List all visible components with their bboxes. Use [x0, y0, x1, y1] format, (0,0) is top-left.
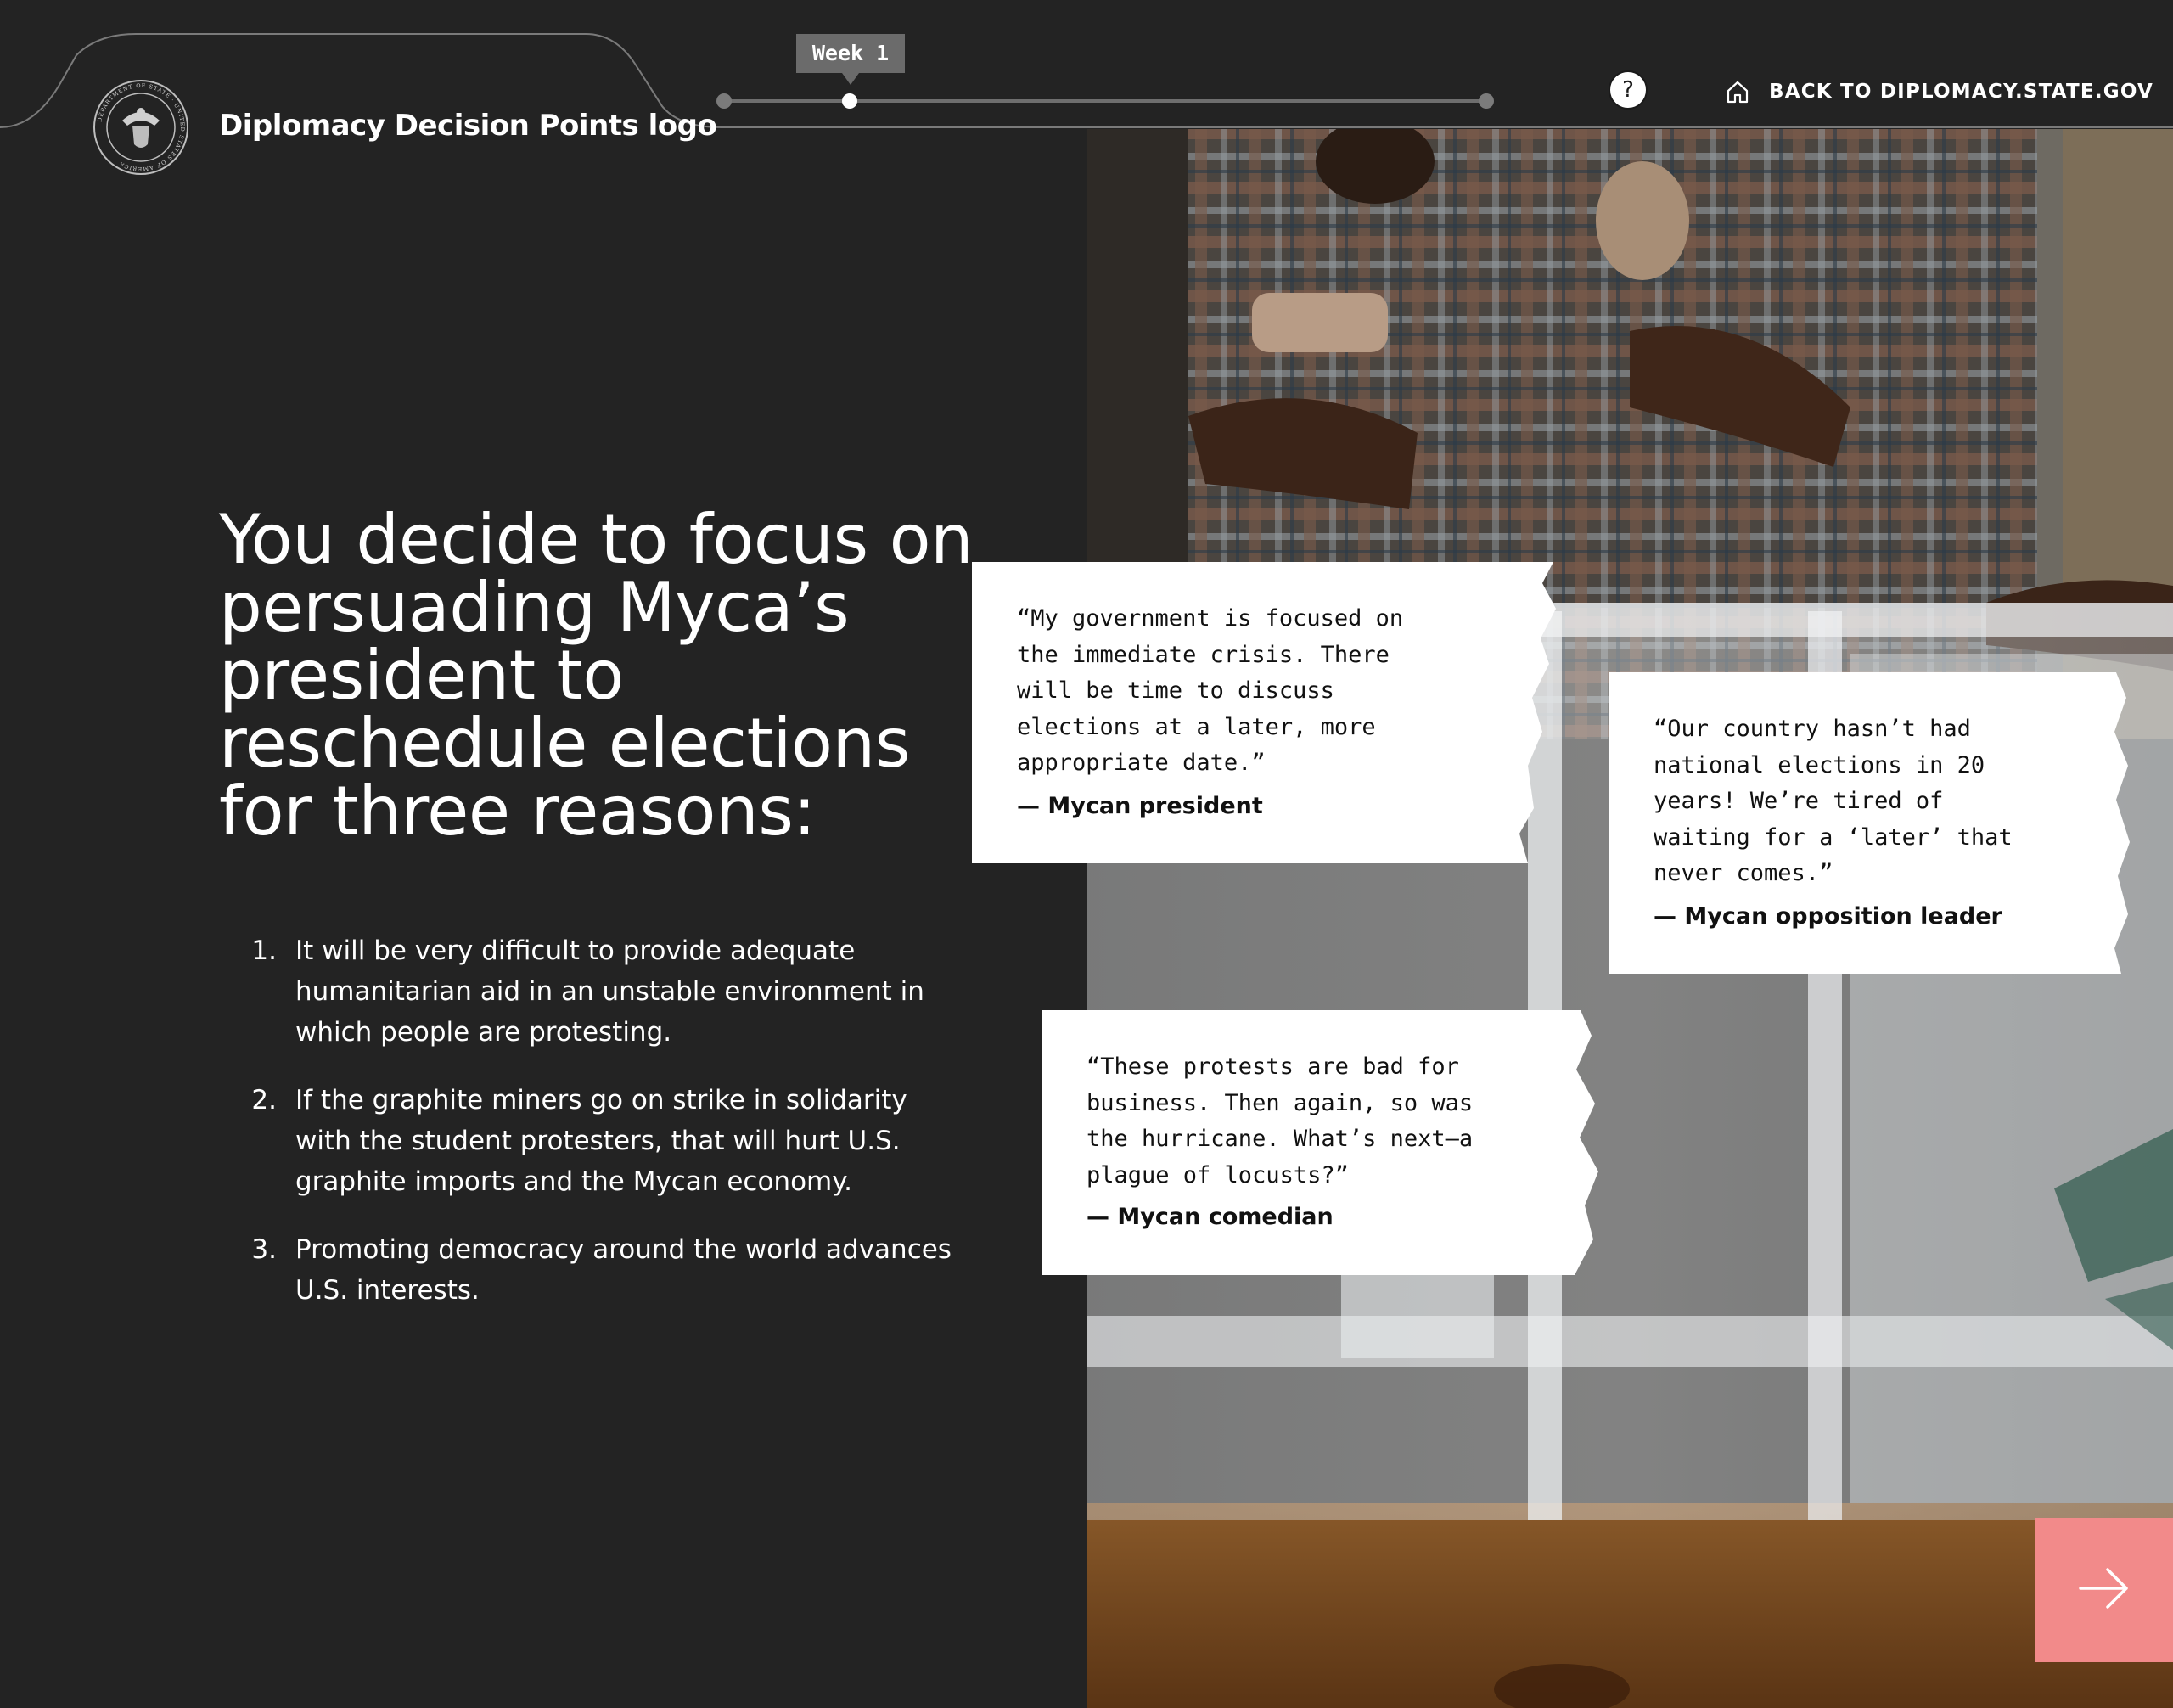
quote-card-comedian: “These protests are bad for business. Th… [1042, 1010, 1627, 1275]
back-link-label: BACK TO DIPLOMACY.STATE.GOV [1769, 81, 2153, 103]
site-header: DEPARTMENT OF STATE · UNITED STATES OF A… [0, 0, 2173, 175]
list-item: 1. It will be very difficult to provide … [251, 930, 964, 1053]
list-item-number: 1. [251, 935, 277, 966]
help-button[interactable]: ? [1609, 70, 1648, 110]
timeline-step-start[interactable] [716, 93, 732, 109]
home-icon [1725, 79, 1750, 104]
list-item: 3. Promoting democracy around the world … [251, 1229, 964, 1311]
quote-card-president: “My government is focused on the immedia… [972, 562, 1562, 863]
page-heading: You decide to focus on persuading Myca’s… [219, 500, 974, 851]
back-to-diplomacy-link[interactable]: BACK TO DIPLOMACY.STATE.GOV [1725, 76, 2153, 107]
reasons-list: 1. It will be very difficult to provide … [251, 930, 964, 1338]
arrow-right-icon [2079, 1566, 2130, 1614]
list-item-text: Promoting democracy around the world adv… [295, 1234, 952, 1306]
timeline-step-current[interactable] [842, 93, 857, 109]
quote-attribution: — Mycan comedian [1086, 1204, 1334, 1230]
quote-text: “My government is focused on the immedia… [1017, 605, 1404, 776]
list-item-text: It will be very difficult to provide ade… [295, 935, 924, 1048]
list-item-number: 3. [251, 1234, 277, 1265]
list-item-text: If the graphite miners go on strike in s… [295, 1085, 907, 1197]
quote-text: “These protests are bad for business. Th… [1086, 1053, 1474, 1188]
list-item-number: 2. [251, 1085, 277, 1115]
site-logo-text[interactable]: Diplomacy Decision Points logo [219, 109, 717, 143]
list-item: 2. If the graphite miners go on strike i… [251, 1080, 964, 1202]
department-of-state-seal-icon: DEPARTMENT OF STATE · UNITED STATES OF A… [92, 78, 190, 177]
quote-attribution: — Mycan president [1017, 793, 1263, 819]
timeline-track [725, 99, 1489, 103]
week-indicator-badge: Week 1 [796, 34, 905, 85]
timeline-step-end[interactable] [1479, 93, 1494, 109]
quote-card-opposition-leader: “Our country hasn’t had national electio… [1609, 672, 2131, 974]
next-button[interactable] [2035, 1518, 2173, 1662]
quote-text: “Our country hasn’t had national electio… [1654, 716, 2013, 886]
quote-attribution: — Mycan opposition leader [1654, 903, 2002, 930]
week-timeline [716, 85, 1497, 119]
